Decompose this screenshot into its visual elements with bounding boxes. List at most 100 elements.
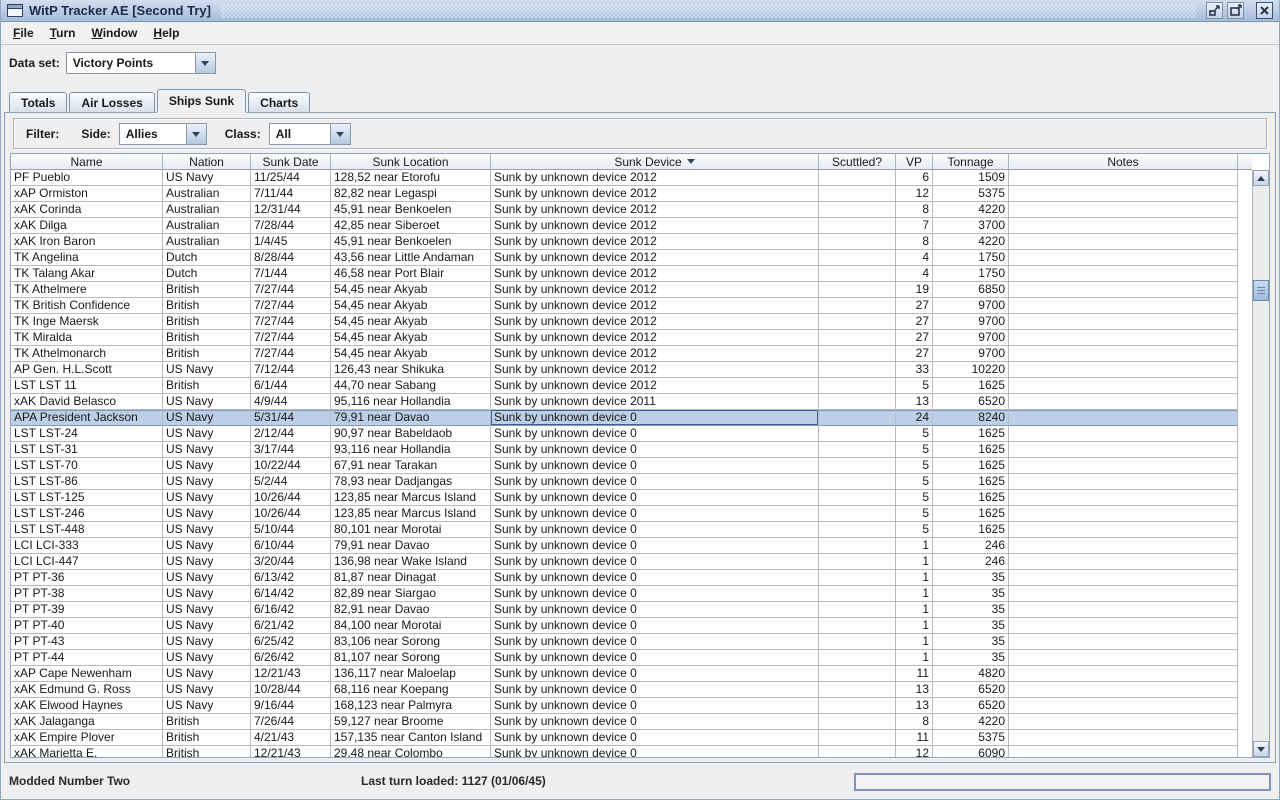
cell-scuttled[interactable] bbox=[819, 410, 896, 426]
scrollbar-thumb[interactable] bbox=[1253, 280, 1269, 301]
cell-tonnage[interactable]: 6850 bbox=[933, 282, 1009, 298]
cell-sunk-device[interactable]: Sunk by unknown device 2012 bbox=[491, 330, 819, 346]
cell-sunk-location[interactable]: 90,97 near Babeldaob bbox=[331, 426, 491, 442]
cell-sunk-date[interactable]: 6/16/42 bbox=[251, 602, 331, 618]
cell-tonnage[interactable]: 246 bbox=[933, 538, 1009, 554]
cell-scuttled[interactable] bbox=[819, 474, 896, 490]
cell-scuttled[interactable] bbox=[819, 746, 896, 757]
column-header-sunk-location[interactable]: Sunk Location bbox=[331, 154, 491, 170]
cell-scuttled[interactable] bbox=[819, 458, 896, 474]
cell-vp[interactable]: 1 bbox=[896, 554, 933, 570]
cell-sunk-date[interactable]: 7/27/44 bbox=[251, 346, 331, 362]
cell-sunk-date[interactable]: 7/11/44 bbox=[251, 186, 331, 202]
cell-vp[interactable]: 13 bbox=[896, 682, 933, 698]
cell-sunk-date[interactable]: 4/21/43 bbox=[251, 730, 331, 746]
cell-tonnage[interactable]: 6520 bbox=[933, 394, 1009, 410]
cell-sunk-device[interactable]: Sunk by unknown device 0 bbox=[491, 570, 819, 586]
cell-nation[interactable]: British bbox=[163, 730, 251, 746]
cell-name[interactable]: TK Angelina bbox=[11, 250, 163, 266]
cell-nation[interactable]: US Navy bbox=[163, 410, 251, 426]
side-combo-button[interactable] bbox=[185, 123, 206, 144]
cell-vp[interactable]: 5 bbox=[896, 442, 933, 458]
cell-name[interactable]: xAK Elwood Haynes bbox=[11, 698, 163, 714]
cell-name[interactable]: LCI LCI-447 bbox=[11, 554, 163, 570]
cell-name[interactable]: LST LST-86 bbox=[11, 474, 163, 490]
cell-notes[interactable] bbox=[1009, 490, 1238, 506]
cell-scuttled[interactable] bbox=[819, 714, 896, 730]
cell-tonnage[interactable]: 4220 bbox=[933, 714, 1009, 730]
tab-charts[interactable]: Charts bbox=[248, 92, 311, 112]
cell-nation[interactable]: US Navy bbox=[163, 426, 251, 442]
cell-tonnage[interactable]: 3700 bbox=[933, 218, 1009, 234]
column-header-name[interactable]: Name bbox=[11, 154, 163, 170]
table-row[interactable]: LST LST-86 US Navy 5/2/44 78,93 near Dadjan… bbox=[11, 474, 1252, 490]
cell-nation[interactable]: US Navy bbox=[163, 666, 251, 682]
column-header-sunk-date[interactable]: Sunk Date bbox=[251, 154, 331, 170]
cell-notes[interactable] bbox=[1009, 170, 1238, 186]
cell-sunk-date[interactable]: 10/22/44 bbox=[251, 458, 331, 474]
cell-vp[interactable]: 19 bbox=[896, 282, 933, 298]
table-row[interactable]: xAK Empire Plover British 4/21/43 157,135 n… bbox=[11, 730, 1252, 746]
cell-scuttled[interactable] bbox=[819, 698, 896, 714]
cell-sunk-location[interactable]: 59,127 near Broome bbox=[331, 714, 491, 730]
cell-notes[interactable] bbox=[1009, 362, 1238, 378]
cell-vp[interactable]: 11 bbox=[896, 666, 933, 682]
cell-sunk-device[interactable]: Sunk by unknown device 0 bbox=[491, 714, 819, 730]
tab-air-losses[interactable]: Air Losses bbox=[69, 92, 155, 112]
cell-nation[interactable]: US Navy bbox=[163, 490, 251, 506]
cell-vp[interactable]: 33 bbox=[896, 362, 933, 378]
cell-sunk-location[interactable]: 123,85 near Marcus Island bbox=[331, 490, 491, 506]
cell-sunk-location[interactable]: 68,116 near Koepang bbox=[331, 682, 491, 698]
cell-scuttled[interactable] bbox=[819, 506, 896, 522]
cell-sunk-date[interactable]: 7/26/44 bbox=[251, 714, 331, 730]
table-row[interactable]: TK Miralda British 7/27/44 54,45 near Akyab… bbox=[11, 330, 1252, 346]
cell-nation[interactable]: US Navy bbox=[163, 442, 251, 458]
cell-sunk-date[interactable]: 2/12/44 bbox=[251, 426, 331, 442]
cell-tonnage[interactable]: 9700 bbox=[933, 314, 1009, 330]
cell-notes[interactable] bbox=[1009, 298, 1238, 314]
cell-name[interactable]: LST LST-246 bbox=[11, 506, 163, 522]
table-row[interactable]: PT PT-43 US Navy 6/25/42 83,106 near Sorong… bbox=[11, 634, 1252, 650]
cell-scuttled[interactable] bbox=[819, 538, 896, 554]
table-row[interactable]: LCI LCI-447 US Navy 3/20/44 136,98 near Wak… bbox=[11, 554, 1252, 570]
cell-scuttled[interactable] bbox=[819, 730, 896, 746]
cell-sunk-date[interactable]: 3/17/44 bbox=[251, 442, 331, 458]
cell-scuttled[interactable] bbox=[819, 442, 896, 458]
cell-name[interactable]: LST LST-448 bbox=[11, 522, 163, 538]
cell-nation[interactable]: US Navy bbox=[163, 586, 251, 602]
class-combo[interactable]: All bbox=[268, 122, 351, 145]
cell-vp[interactable]: 1 bbox=[896, 586, 933, 602]
cell-sunk-location[interactable]: 42,85 near Siberoet bbox=[331, 218, 491, 234]
cell-scuttled[interactable] bbox=[819, 218, 896, 234]
cell-vp[interactable]: 1 bbox=[896, 602, 933, 618]
cell-sunk-location[interactable]: 54,45 near Akyab bbox=[331, 298, 491, 314]
cell-sunk-date[interactable]: 5/31/44 bbox=[251, 410, 331, 426]
cell-tonnage[interactable]: 8240 bbox=[933, 410, 1009, 426]
cell-notes[interactable] bbox=[1009, 186, 1238, 202]
cell-notes[interactable] bbox=[1009, 666, 1238, 682]
cell-scuttled[interactable] bbox=[819, 202, 896, 218]
table-row[interactable]: PF Pueblo US Navy 11/25/44 128,52 near Etor… bbox=[11, 170, 1252, 186]
cell-tonnage[interactable]: 1625 bbox=[933, 442, 1009, 458]
cell-sunk-date[interactable]: 10/26/44 bbox=[251, 490, 331, 506]
cell-sunk-date[interactable]: 11/25/44 bbox=[251, 170, 331, 186]
cell-nation[interactable]: US Navy bbox=[163, 634, 251, 650]
cell-vp[interactable]: 8 bbox=[896, 202, 933, 218]
cell-vp[interactable]: 5 bbox=[896, 378, 933, 394]
cell-sunk-date[interactable]: 7/27/44 bbox=[251, 298, 331, 314]
cell-nation[interactable]: British bbox=[163, 346, 251, 362]
cell-notes[interactable] bbox=[1009, 426, 1238, 442]
side-combo[interactable]: Allies bbox=[118, 122, 207, 145]
cell-sunk-date[interactable]: 7/27/44 bbox=[251, 282, 331, 298]
cell-nation[interactable]: US Navy bbox=[163, 474, 251, 490]
cell-sunk-date[interactable]: 6/21/42 bbox=[251, 618, 331, 634]
table-row[interactable]: xAK David Belasco US Navy 4/9/44 95,116 nea… bbox=[11, 394, 1252, 410]
cell-vp[interactable]: 1 bbox=[896, 634, 933, 650]
table-row[interactable]: PT PT-36 US Navy 6/13/42 81,87 near Dinagat… bbox=[11, 570, 1252, 586]
cell-sunk-date[interactable]: 4/9/44 bbox=[251, 394, 331, 410]
cell-sunk-device[interactable]: Sunk by unknown device 0 bbox=[491, 506, 819, 522]
cell-sunk-device[interactable]: Sunk by unknown device 0 bbox=[491, 682, 819, 698]
cell-sunk-location[interactable]: 46,58 near Port Blair bbox=[331, 266, 491, 282]
cell-name[interactable]: PT PT-43 bbox=[11, 634, 163, 650]
table-row[interactable]: xAK Dilga Australian 7/28/44 42,85 near Sib… bbox=[11, 218, 1252, 234]
